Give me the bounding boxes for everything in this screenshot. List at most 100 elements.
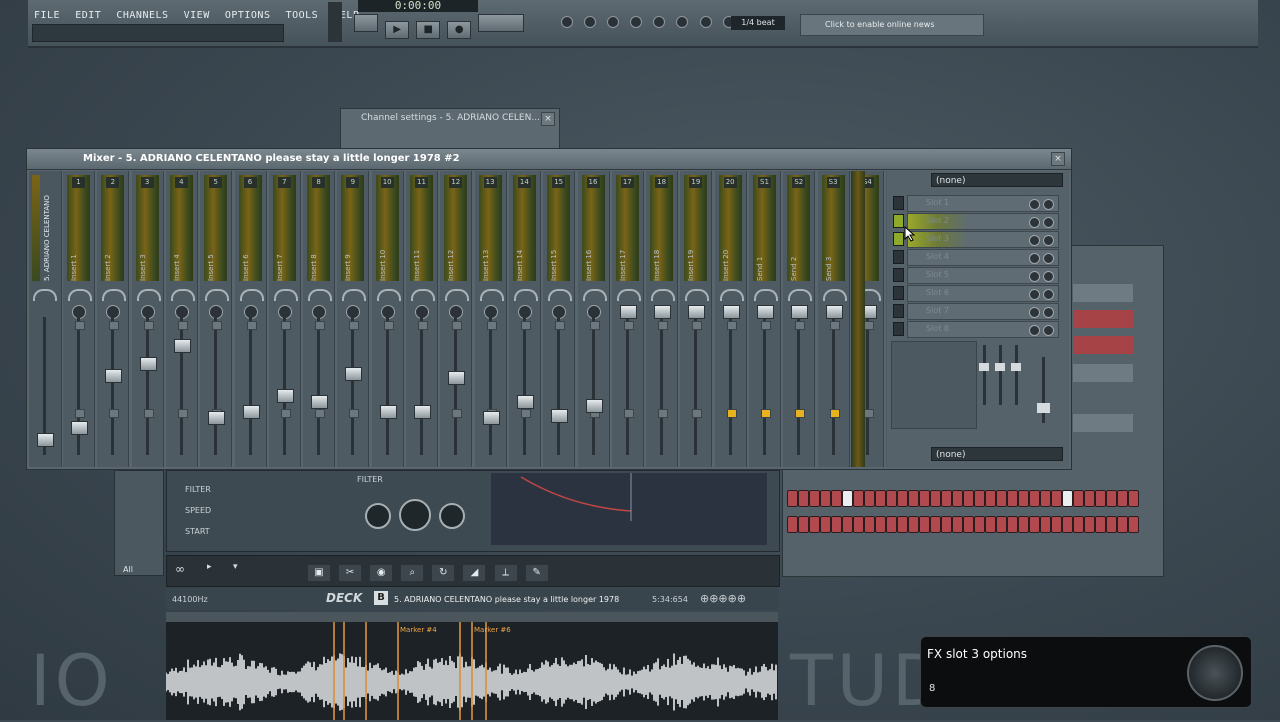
pattern-song-toggle[interactable] — [354, 14, 378, 32]
mixer-strip[interactable]: 12 Insert 12 — [440, 171, 473, 467]
fx-slot-enable-led[interactable] — [893, 214, 904, 228]
send-led[interactable] — [315, 409, 326, 418]
online-news-bar[interactable]: Click to enable online news — [800, 14, 984, 36]
fx-slot[interactable]: Slot 4 — [907, 249, 1059, 266]
fx-slot[interactable]: Slot 1 — [907, 195, 1059, 212]
volume-fader[interactable] — [791, 305, 809, 319]
pan-knob[interactable] — [170, 289, 195, 301]
volume-fader[interactable] — [414, 405, 431, 419]
fx-input-select[interactable]: (none) — [931, 173, 1063, 187]
step-button[interactable] — [974, 516, 985, 533]
mixer-strip[interactable]: 16 Insert 16 — [577, 171, 610, 467]
step-button[interactable] — [798, 490, 809, 507]
fx-send-led[interactable] — [555, 321, 566, 330]
fx-slot-enable-led[interactable] — [893, 196, 904, 210]
fx-send-led[interactable] — [75, 321, 85, 330]
send-led[interactable] — [177, 409, 188, 418]
send-led[interactable] — [280, 409, 291, 418]
fx-send-led[interactable] — [692, 321, 703, 330]
step-button[interactable] — [1018, 490, 1029, 507]
fx-slot-mix-knob[interactable] — [1029, 307, 1040, 318]
fx-send-led[interactable] — [383, 321, 394, 330]
step-button[interactable] — [886, 516, 897, 533]
waveform-view[interactable]: Marker #4 Marker #6 — [166, 612, 778, 720]
fx-send-led[interactable] — [177, 321, 188, 330]
fx-send-led[interactable] — [246, 321, 257, 330]
pan-knob[interactable] — [102, 289, 127, 301]
pattern-selector[interactable] — [478, 14, 525, 32]
pan-knob[interactable] — [788, 289, 813, 301]
step-edit-knob[interactable] — [607, 16, 620, 28]
step-button[interactable] — [1117, 490, 1128, 507]
master-pan-knob[interactable] — [33, 289, 57, 301]
send-led[interactable] — [692, 409, 703, 418]
send-led[interactable] — [143, 409, 154, 418]
master-fader[interactable] — [37, 433, 54, 447]
send-led[interactable] — [75, 409, 85, 418]
menu-options[interactable]: OPTIONS — [225, 10, 271, 21]
step-button[interactable] — [1106, 516, 1117, 533]
send-led[interactable] — [658, 409, 669, 418]
fx-send-led[interactable] — [761, 321, 771, 330]
step-button[interactable] — [897, 516, 908, 533]
refresh-icon[interactable]: ↻ — [431, 564, 456, 582]
fx-send-led[interactable] — [623, 321, 634, 330]
fx-slot-mix-knob[interactable] — [1029, 271, 1040, 282]
mixer-strip[interactable]: 1 Insert 1 — [63, 171, 95, 467]
step-button[interactable] — [1051, 490, 1062, 507]
menu-channels[interactable]: CHANNELS — [116, 10, 168, 21]
marker-label-4[interactable]: Marker #4 — [400, 626, 437, 634]
step-button[interactable] — [853, 516, 864, 533]
menu-edit[interactable]: EDIT — [75, 10, 101, 21]
pan-knob[interactable] — [411, 289, 435, 301]
step-button[interactable] — [1007, 516, 1018, 533]
eye-icon[interactable]: ◉ — [369, 564, 394, 582]
volume-fader[interactable] — [311, 395, 329, 409]
step-button[interactable] — [996, 516, 1007, 533]
step-button[interactable] — [1128, 516, 1139, 533]
pan-knob[interactable] — [651, 289, 676, 301]
step-button[interactable] — [952, 490, 963, 507]
mixer-strip[interactable]: 20 Insert 20 — [714, 171, 747, 467]
pan-knob[interactable] — [308, 289, 333, 301]
step-button[interactable] — [919, 516, 930, 533]
marker-label-6[interactable]: Marker #6 — [474, 626, 511, 634]
volume-fader[interactable] — [688, 305, 706, 319]
mixer-strip[interactable]: 15 Insert 15 — [543, 171, 576, 467]
pan-knob[interactable] — [822, 289, 847, 301]
fx-send-led[interactable] — [280, 321, 291, 330]
fx-send-led[interactable] — [795, 321, 806, 330]
mixer-strip[interactable]: 3 Insert 3 — [131, 171, 164, 467]
cutoff-knob[interactable] — [365, 503, 391, 529]
step-button[interactable] — [864, 516, 875, 533]
volume-fader[interactable] — [379, 405, 397, 419]
save-icon[interactable]: ▣ — [307, 564, 331, 582]
fx-send-led[interactable] — [658, 321, 669, 330]
step-button[interactable] — [985, 490, 996, 507]
step-button[interactable] — [1007, 490, 1018, 507]
volume-fader[interactable] — [722, 305, 740, 319]
step-button[interactable] — [919, 490, 930, 507]
fx-slot-mix-knob[interactable] — [1029, 289, 1040, 300]
fx-slot-mix-knob[interactable] — [1029, 235, 1040, 246]
send-led[interactable] — [795, 409, 806, 418]
record-button[interactable]: ● — [447, 21, 472, 39]
split-icon[interactable]: ⟂ — [493, 564, 518, 582]
pan-knob[interactable] — [376, 289, 401, 301]
step-button[interactable] — [831, 516, 842, 533]
step-button[interactable] — [1073, 490, 1084, 507]
step-button[interactable] — [974, 490, 985, 507]
mixer-close-icon[interactable]: × — [1051, 152, 1065, 166]
step-button[interactable] — [985, 516, 996, 533]
step-button[interactable] — [1029, 516, 1040, 533]
fx-send-led[interactable] — [726, 321, 737, 330]
pan-knob[interactable] — [548, 289, 573, 301]
menu-file[interactable]: FILE — [34, 10, 60, 21]
master-strip[interactable]: 5. ADRIANO CELENTANO — [29, 171, 62, 467]
fx-slot-mix-knob[interactable] — [1029, 199, 1040, 210]
pan-knob[interactable] — [273, 289, 298, 301]
send-led[interactable] — [109, 409, 120, 418]
step-button[interactable] — [941, 490, 952, 507]
volume-fader[interactable] — [825, 305, 843, 319]
eq-band-low-slider[interactable] — [979, 363, 989, 371]
